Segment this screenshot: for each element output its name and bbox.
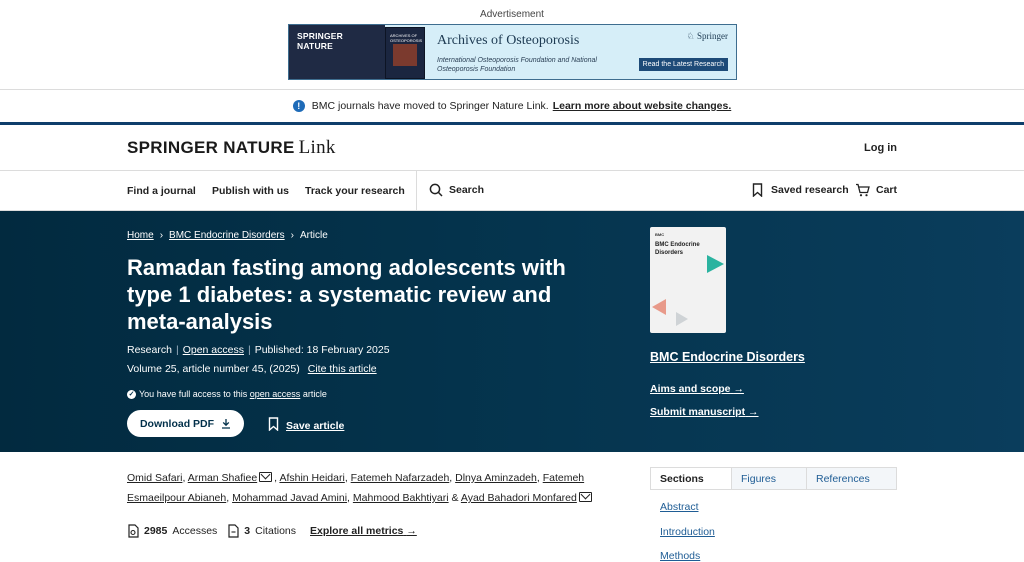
article-hero: Home › BMC Endocrine Disorders › Article Ram… bbox=[0, 211, 1024, 452]
article-meta: Research | Open access | Published: 18 Febru… bbox=[127, 344, 390, 356]
chevron-right-icon: › bbox=[290, 230, 294, 241]
ad-subtitle: International Osteoporosis Foundation an… bbox=[437, 57, 597, 73]
tab-figures[interactable]: Figures bbox=[731, 468, 806, 489]
citations-label: Citations bbox=[255, 525, 296, 537]
accesses-label: Accesses bbox=[172, 525, 218, 537]
bookmark-icon bbox=[268, 417, 279, 431]
journal-name-link[interactable]: BMC Endocrine Disorders bbox=[650, 350, 805, 364]
author-link[interactable]: Dlnya Aminzadeh bbox=[455, 472, 537, 484]
accesses-icon bbox=[128, 524, 139, 538]
springer-horse-icon: ♘ bbox=[686, 31, 697, 41]
ad-title: Archives of Osteoporosis bbox=[437, 33, 580, 48]
citations-icon bbox=[228, 524, 239, 538]
accesses-value: 2985 bbox=[144, 525, 168, 537]
nav-cart[interactable]: Cart bbox=[855, 183, 897, 197]
download-pdf-button[interactable]: Download PDF bbox=[127, 410, 244, 437]
access-open-access-link[interactable]: open access bbox=[250, 389, 301, 399]
author-link[interactable]: Arman Shafiee bbox=[188, 472, 257, 484]
toc-methods[interactable]: Methods bbox=[660, 550, 700, 562]
author-link[interactable]: Ayad Bahadori Monfared bbox=[461, 492, 577, 504]
arrow-right-icon: → bbox=[748, 406, 759, 418]
save-article-button[interactable]: Save article bbox=[268, 417, 344, 432]
author-link[interactable]: Afshin Heidari bbox=[279, 472, 344, 484]
check-circle-icon: ✓ bbox=[127, 390, 136, 400]
tab-sections[interactable]: Sections bbox=[651, 468, 731, 489]
download-icon bbox=[222, 419, 231, 429]
ad-read-button[interactable]: Read the Latest Research bbox=[638, 58, 728, 71]
info-icon: ! bbox=[292, 100, 305, 112]
nav-saved-research[interactable]: Saved research bbox=[752, 183, 849, 197]
author-link[interactable]: Esmaeilpour Abianeh bbox=[127, 492, 226, 504]
submit-manuscript-link[interactable]: Submit manuscript → bbox=[650, 406, 759, 418]
springer-nature-link-logo[interactable]: SPRINGER NATURE Link bbox=[127, 137, 336, 159]
cover-decoration bbox=[707, 255, 724, 273]
cover-title: BMC Endocrine Disorders bbox=[655, 242, 700, 256]
notice-link[interactable]: Learn more about website changes. bbox=[553, 100, 732, 112]
ad-cover-title: ARCHIVES OF OSTEOPOROSIS bbox=[390, 33, 423, 43]
main-nav: Find a journal Publish with us Track you… bbox=[0, 171, 1024, 211]
notice-text: BMC journals have moved to Springer Natu… bbox=[311, 100, 549, 112]
sidebar-tabs: Sections Figures References bbox=[650, 467, 897, 490]
cover-decoration bbox=[676, 312, 688, 326]
ad-cover-image bbox=[393, 44, 417, 66]
open-access-link[interactable]: Open access bbox=[183, 344, 244, 356]
published-date: Published: 18 February 2025 bbox=[254, 344, 390, 356]
toc-introduction[interactable]: Introduction bbox=[660, 526, 715, 538]
author-link[interactable]: Mahmood Bakhtiyari bbox=[353, 492, 449, 504]
cart-icon bbox=[856, 183, 870, 197]
cite-link[interactable]: Cite this article bbox=[308, 363, 377, 375]
article-metrics: 2985 Accesses 3 Citations Explore all me… bbox=[127, 524, 417, 538]
nav-divider bbox=[416, 171, 417, 211]
mail-icon[interactable] bbox=[259, 472, 273, 482]
chevron-right-icon: › bbox=[159, 230, 164, 241]
breadcrumb-journal[interactable]: BMC Endocrine Disorders bbox=[169, 230, 285, 241]
access-note: ✓ You have full access to this open acces… bbox=[127, 389, 327, 400]
ad-label: Advertisement bbox=[480, 9, 544, 20]
author-link[interactable]: Omid Safari bbox=[127, 472, 182, 484]
nav-track-research[interactable]: Track your research bbox=[305, 185, 405, 197]
author-link[interactable]: Fatemeh Nafarzadeh bbox=[351, 472, 450, 484]
tab-references[interactable]: References bbox=[806, 468, 896, 489]
explore-metrics-link[interactable]: Explore all metrics → bbox=[310, 525, 417, 537]
arrow-right-icon: → bbox=[406, 525, 417, 537]
bookmark-icon bbox=[752, 183, 763, 197]
article-title: Ramadan fasting among adolescents with t… bbox=[127, 255, 566, 334]
toc-abstract[interactable]: Abstract bbox=[660, 501, 699, 513]
breadcrumb-current: Article bbox=[299, 230, 328, 241]
article-volume-row: Volume 25, article number 45, (2025) Cite… bbox=[127, 363, 377, 375]
author-link[interactable]: Mohammad Javad Amini bbox=[232, 492, 347, 504]
cover-brand: BMC bbox=[655, 232, 665, 237]
ad-banner[interactable]: SPRINGER NATURE ARCHIVES OF OSTEOPOROSIS… bbox=[288, 24, 737, 80]
author-list: Omid Safari, Arman Shafiee, Afshin Heida… bbox=[127, 468, 597, 508]
breadcrumb-home[interactable]: Home bbox=[127, 230, 154, 241]
site-header: SPRINGER NATURE Link Log in bbox=[0, 125, 1024, 171]
ad-brand: SPRINGER NATURE bbox=[289, 25, 385, 79]
arrow-right-icon: → bbox=[733, 383, 744, 395]
nav-publish[interactable]: Publish with us bbox=[212, 185, 289, 197]
ad-publisher: ♘ Springer bbox=[686, 31, 728, 41]
ad-zone: Advertisement SPRINGER NATURE ARCHIVES O… bbox=[0, 0, 1024, 90]
mail-icon[interactable] bbox=[578, 492, 592, 502]
login-link[interactable]: Log in bbox=[864, 142, 897, 154]
article-type: Research bbox=[127, 344, 172, 356]
breadcrumb: Home › BMC Endocrine Disorders › Article bbox=[127, 230, 328, 241]
aims-scope-link[interactable]: Aims and scope → bbox=[650, 383, 744, 395]
citations-value: 3 bbox=[244, 525, 251, 537]
nav-search[interactable]: Search bbox=[429, 183, 484, 197]
cover-decoration bbox=[652, 299, 666, 315]
journal-cover[interactable]: BMC BMC Endocrine Disorders bbox=[650, 227, 726, 333]
ad-journal-cover: ARCHIVES OF OSTEOPOROSIS bbox=[385, 27, 425, 79]
search-icon bbox=[429, 183, 443, 197]
article-volume: Volume 25, article number 45, (2025) bbox=[127, 363, 300, 375]
author-link[interactable]: Fatemeh bbox=[543, 472, 584, 484]
nav-find-journal[interactable]: Find a journal bbox=[127, 185, 196, 197]
notice-bar: ! BMC journals have moved to Springer Na… bbox=[0, 90, 1024, 125]
